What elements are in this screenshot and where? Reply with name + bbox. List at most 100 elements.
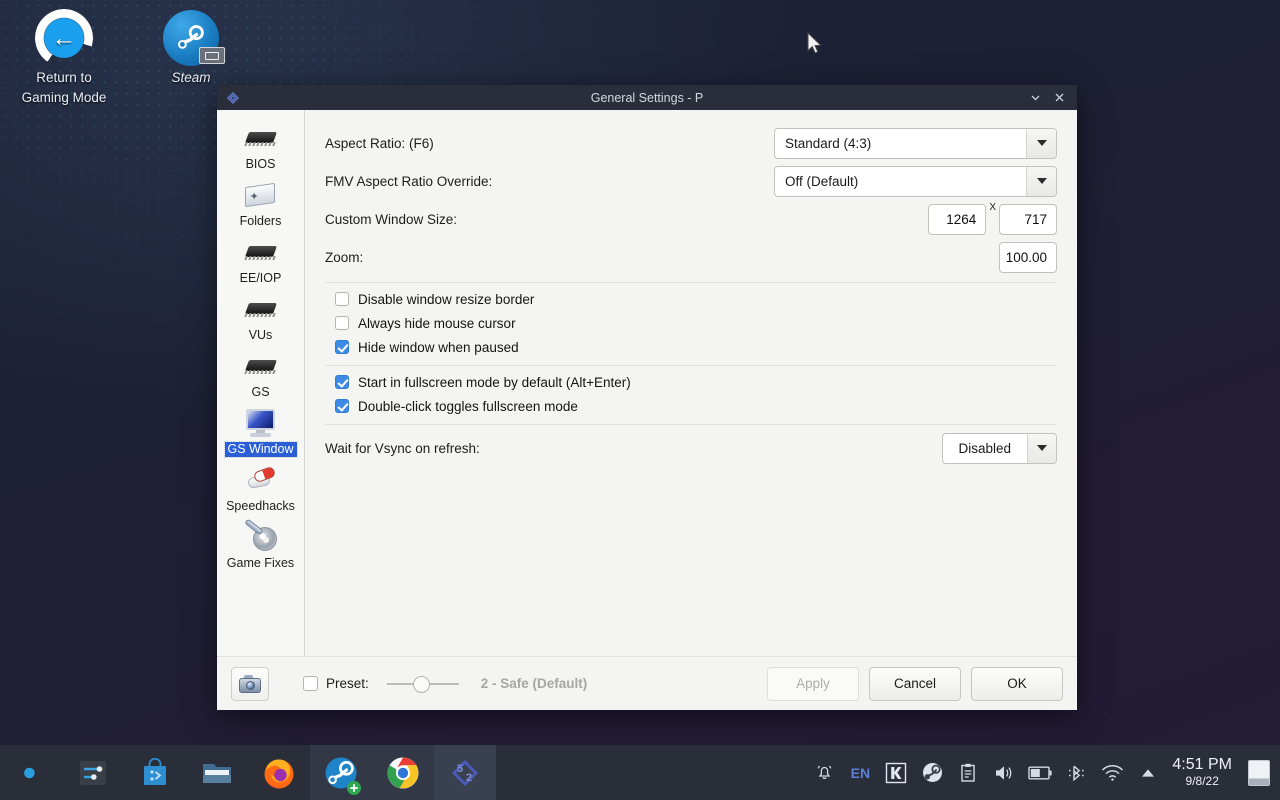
- app-launcher-icon: [24, 761, 42, 784]
- desktop-icon-label-line1: Return to: [36, 70, 92, 85]
- return-to-gaming-mode-icon: ←: [0, 8, 128, 68]
- checkbox-box[interactable]: [335, 340, 349, 354]
- sidebar-item-folders[interactable]: ✦ Folders: [217, 177, 304, 234]
- file-manager-icon: [203, 763, 231, 783]
- add-badge-icon: [347, 781, 361, 795]
- sidebar-item-speedhacks[interactable]: Speedhacks: [217, 462, 304, 519]
- checkbox-label: Disable window resize border: [358, 291, 535, 307]
- zoom-label: Zoom:: [325, 249, 364, 265]
- steam-tray-icon[interactable]: [914, 745, 950, 800]
- kde-connect-icon[interactable]: [878, 745, 914, 800]
- custom-window-size-label: Custom Window Size:: [325, 211, 458, 227]
- preset-value-label: 2 - Safe (Default): [480, 676, 588, 691]
- battery-icon[interactable]: [1022, 745, 1058, 800]
- sidebar-item-label: Folders: [239, 214, 282, 228]
- size-separator: X: [989, 202, 996, 213]
- show-hidden-tray-icon[interactable]: [1130, 745, 1166, 800]
- mouse-cursor: [807, 31, 823, 56]
- sidebar-item-gs[interactable]: GS: [217, 348, 304, 405]
- wifi-icon[interactable]: [1094, 745, 1130, 800]
- ok-button[interactable]: OK: [971, 666, 1063, 701]
- clipboard-icon[interactable]: [950, 745, 986, 800]
- checkbox-start-in-fullscreen[interactable]: Start in fullscreen mode by default (Alt…: [325, 370, 1057, 394]
- sidebar-item-bios[interactable]: BIOS: [217, 120, 304, 177]
- preset-checkbox[interactable]: [303, 676, 318, 691]
- vsync-select[interactable]: Disabled: [942, 432, 1057, 464]
- notifications-bell-icon[interactable]: [806, 745, 842, 800]
- checkbox-hide-window-when-paused[interactable]: Hide window when paused: [325, 335, 1057, 359]
- chip-icon: [243, 351, 278, 381]
- desktop-icon-steam[interactable]: Steam: [127, 8, 255, 88]
- bluetooth-icon[interactable]: [1058, 745, 1094, 800]
- show-desktop-icon[interactable]: [1248, 759, 1270, 786]
- taskbar-clock[interactable]: 4:51 PM 9/8/22: [1166, 756, 1244, 790]
- chevron-down-icon[interactable]: [1026, 166, 1056, 196]
- taskbar-chrome[interactable]: [372, 745, 434, 800]
- vsync-label: Wait for Vsync on refresh:: [325, 440, 480, 456]
- settings-sliders-icon: [80, 760, 106, 785]
- fmv-aspect-override-label: FMV Aspect Ratio Override:: [325, 173, 493, 189]
- sidebar-item-label: GS Window: [223, 441, 298, 458]
- window-title: General Settings - P: [590, 90, 704, 105]
- aspect-ratio-row: Aspect Ratio: (F6) Standard (4:3): [325, 124, 1057, 162]
- checkbox-disable-window-resize-border[interactable]: Disable window resize border: [325, 287, 1057, 311]
- checkbox-box[interactable]: [335, 375, 349, 389]
- screenshot-button[interactable]: [231, 666, 269, 701]
- chevron-down-icon[interactable]: [1026, 128, 1056, 158]
- window-titlebar[interactable]: General Settings - P: [217, 85, 1077, 110]
- custom-window-width-input[interactable]: 1264: [928, 203, 987, 235]
- sidebar-item-gs-window[interactable]: GS Window: [217, 405, 304, 462]
- fmv-aspect-override-select[interactable]: Off (Default): [774, 165, 1057, 197]
- taskbar-app-launcher[interactable]: [0, 745, 62, 800]
- apply-button[interactable]: Apply: [767, 666, 859, 701]
- preset-slider[interactable]: [386, 674, 459, 694]
- discover-store-icon: [144, 757, 166, 785]
- sidebar-item-label: GS: [251, 385, 270, 399]
- checkbox-label: Double-click toggles fullscreen mode: [358, 398, 578, 414]
- sidebar-item-label: Game Fixes: [226, 556, 295, 570]
- checkbox-box[interactable]: [335, 399, 349, 413]
- chevron-down-icon[interactable]: [1023, 85, 1047, 110]
- aspect-ratio-label: Aspect Ratio: (F6): [325, 135, 434, 151]
- pcsx2-icon: [223, 88, 243, 108]
- taskbar-file-manager[interactable]: [186, 745, 248, 800]
- taskbar-pcsx2[interactable]: 52: [434, 745, 496, 800]
- chevron-down-icon[interactable]: [1026, 433, 1056, 463]
- sidebar-item-game-fixes[interactable]: Game Fixes: [217, 518, 304, 576]
- taskbar-firefox[interactable]: [248, 745, 310, 800]
- sidebar-item-ee-iop[interactable]: EE/IOP: [217, 234, 304, 291]
- sidebar-item-vus[interactable]: VUs: [217, 291, 304, 348]
- checkbox-double-click-fullscreen[interactable]: Double-click toggles fullscreen mode: [325, 394, 1057, 418]
- volume-icon[interactable]: [986, 745, 1022, 800]
- taskbar-settings[interactable]: [62, 745, 124, 800]
- chrome-icon: [387, 757, 419, 788]
- fmv-aspect-override-value: Off (Default): [785, 173, 859, 189]
- close-icon[interactable]: [1047, 85, 1071, 110]
- svg-text:2: 2: [466, 772, 472, 784]
- system-tray: EN 4:51 PM 9/8/22: [806, 745, 1280, 800]
- aspect-ratio-select[interactable]: Standard (4:3): [774, 127, 1057, 159]
- checkbox-label: Always hide mouse cursor: [358, 315, 516, 331]
- settings-category-list[interactable]: BIOS ✦ Folders EE/IOP VUs GS GS Window S…: [217, 110, 305, 656]
- desktop-icon-label-line2: Gaming Mode: [21, 90, 107, 105]
- chip-icon: [243, 237, 278, 267]
- pills-icon: [244, 465, 278, 495]
- taskbar-steam[interactable]: [310, 745, 372, 800]
- desktop-icon-return-to-gaming-mode[interactable]: ← Return to Gaming Mode: [0, 8, 128, 108]
- checkbox-always-hide-mouse-cursor[interactable]: Always hide mouse cursor: [325, 311, 1057, 335]
- taskbar-discover-store[interactable]: [124, 745, 186, 800]
- checkbox-box[interactable]: [335, 292, 349, 306]
- preset-control[interactable]: Preset: 2 - Safe (Default): [303, 674, 587, 694]
- checkbox-box[interactable]: [335, 316, 349, 330]
- chip-icon: [243, 294, 278, 324]
- fmv-aspect-override-row: FMV Aspect Ratio Override: Off (Default): [325, 162, 1057, 200]
- cancel-button[interactable]: Cancel: [869, 666, 961, 701]
- custom-window-height-input[interactable]: 717: [999, 203, 1057, 235]
- zoom-input[interactable]: 100.00: [999, 241, 1057, 273]
- preset-label: Preset:: [326, 676, 369, 691]
- divider: [325, 424, 1057, 425]
- keyboard-layout-indicator[interactable]: EN: [842, 745, 878, 800]
- window-footer: Preset: 2 - Safe (Default) Apply Cancel …: [217, 656, 1077, 710]
- pcsx2-icon: 52: [451, 759, 479, 786]
- custom-window-size-row: Custom Window Size: 1264 X 717: [325, 200, 1057, 238]
